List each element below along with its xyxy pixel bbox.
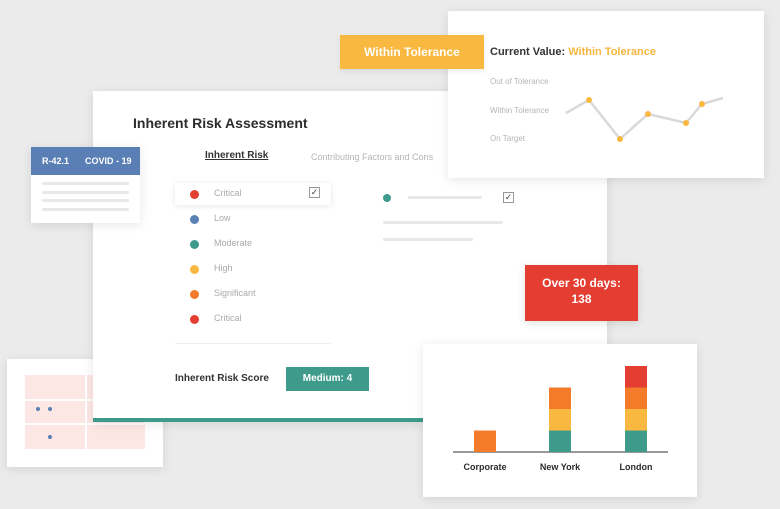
bar-segment (549, 409, 571, 431)
tolerance-point (683, 120, 689, 126)
tolerance-point (645, 111, 651, 117)
heatmap-cell (87, 425, 145, 449)
overdue-count: 138 (571, 292, 592, 306)
placeholder-line (383, 238, 473, 241)
bar-segment (625, 366, 647, 388)
risk-level-item-critical-selected[interactable]: Critical ✓ (175, 183, 331, 205)
tolerance-level-target: On Target (490, 134, 525, 143)
contributing-factor-panel: ✓ (369, 185, 519, 255)
risk-card[interactable]: R-42.1 COVID - 19 (31, 147, 140, 223)
category-tick-label: New York (540, 462, 581, 472)
placeholder-line (42, 182, 129, 185)
risk-level-item-low[interactable]: Low (175, 208, 331, 230)
risk-dot-icon (190, 315, 199, 324)
risk-level-item-moderate[interactable]: Moderate (175, 233, 331, 255)
risk-level-label: Critical (214, 313, 242, 323)
risk-card-header: R-42.1 COVID - 19 (31, 147, 140, 175)
factor-dot-icon (383, 194, 391, 202)
overdue-badge: Over 30 days: 138 (525, 265, 638, 321)
heatmap-cell (25, 425, 85, 449)
bar-segment (625, 430, 647, 452)
risk-level-item-critical[interactable]: Critical (175, 308, 331, 330)
risk-dot-icon (190, 290, 199, 299)
tolerance-card: Current Value: Within Tolerance Out of T… (448, 11, 764, 178)
tolerance-point (699, 101, 705, 107)
current-value-status: Within Tolerance (568, 46, 656, 58)
bar-segment (625, 409, 647, 431)
inherent-risk-score-badge: Medium: 4 (286, 367, 369, 391)
tolerance-level-within: Within Tolerance (490, 106, 549, 115)
risk-dot-icon (190, 240, 199, 249)
tab-contributing-factors[interactable]: Contributing Factors and Cons (311, 152, 433, 162)
stacked-bar-chart: Corporate New York London (453, 366, 668, 472)
tolerance-trend-chart (565, 96, 724, 142)
risk-dot-icon (190, 215, 199, 224)
risk-name: COVID - 19 (85, 156, 132, 166)
placeholder-line (42, 199, 129, 202)
risk-level-item-high[interactable]: High (175, 258, 331, 280)
placeholder-line (42, 208, 129, 211)
risk-level-label: Low (214, 213, 231, 223)
risk-level-list: Critical ✓ Low Moderate High Significant… (175, 183, 331, 345)
inherent-risk-score-label: Inherent Risk Score (175, 373, 269, 384)
risk-dot-icon (190, 265, 199, 274)
tab-inherent-risk[interactable]: Inherent Risk (205, 150, 268, 161)
heatmap-cell (25, 375, 85, 399)
risk-dot-icon (190, 190, 199, 199)
current-value-title: Current Value: Within Tolerance (490, 46, 656, 58)
placeholder-line (408, 196, 482, 199)
bar-segment (474, 430, 496, 452)
risk-code: R-42.1 (42, 156, 70, 166)
within-tolerance-badge: Within Tolerance (340, 35, 484, 69)
category-tick-label: Corporate (463, 462, 506, 472)
placeholder-line (42, 191, 129, 194)
assessment-title: Inherent Risk Assessment (133, 115, 308, 131)
heatmap-dot (48, 435, 52, 439)
risk-level-label: Critical (214, 188, 242, 198)
tolerance-level-out: Out of Tolerance (490, 77, 549, 86)
current-value-prefix: Current Value: (490, 46, 566, 58)
bar-chart-card: Corporate New York London (423, 344, 697, 497)
risk-level-item-significant[interactable]: Significant (175, 283, 331, 305)
placeholder-line (383, 221, 503, 224)
bar-segment (625, 387, 647, 409)
risk-level-label: High (214, 263, 233, 273)
checkbox-checked-icon[interactable]: ✓ (503, 192, 514, 203)
tolerance-point (586, 97, 592, 103)
risk-level-label: Moderate (214, 238, 253, 248)
tolerance-point (617, 136, 623, 142)
bar-segment (549, 430, 571, 452)
heatmap-dot (36, 407, 40, 411)
overdue-label: Over 30 days: (542, 276, 621, 290)
heatmap-cell (25, 401, 85, 423)
checkbox-checked-icon[interactable]: ✓ (309, 187, 320, 198)
risk-level-label: Significant (214, 288, 256, 298)
heatmap-dot (48, 407, 52, 411)
bar-segment (549, 387, 571, 409)
category-tick-label: London (620, 462, 653, 472)
divider (175, 343, 331, 344)
